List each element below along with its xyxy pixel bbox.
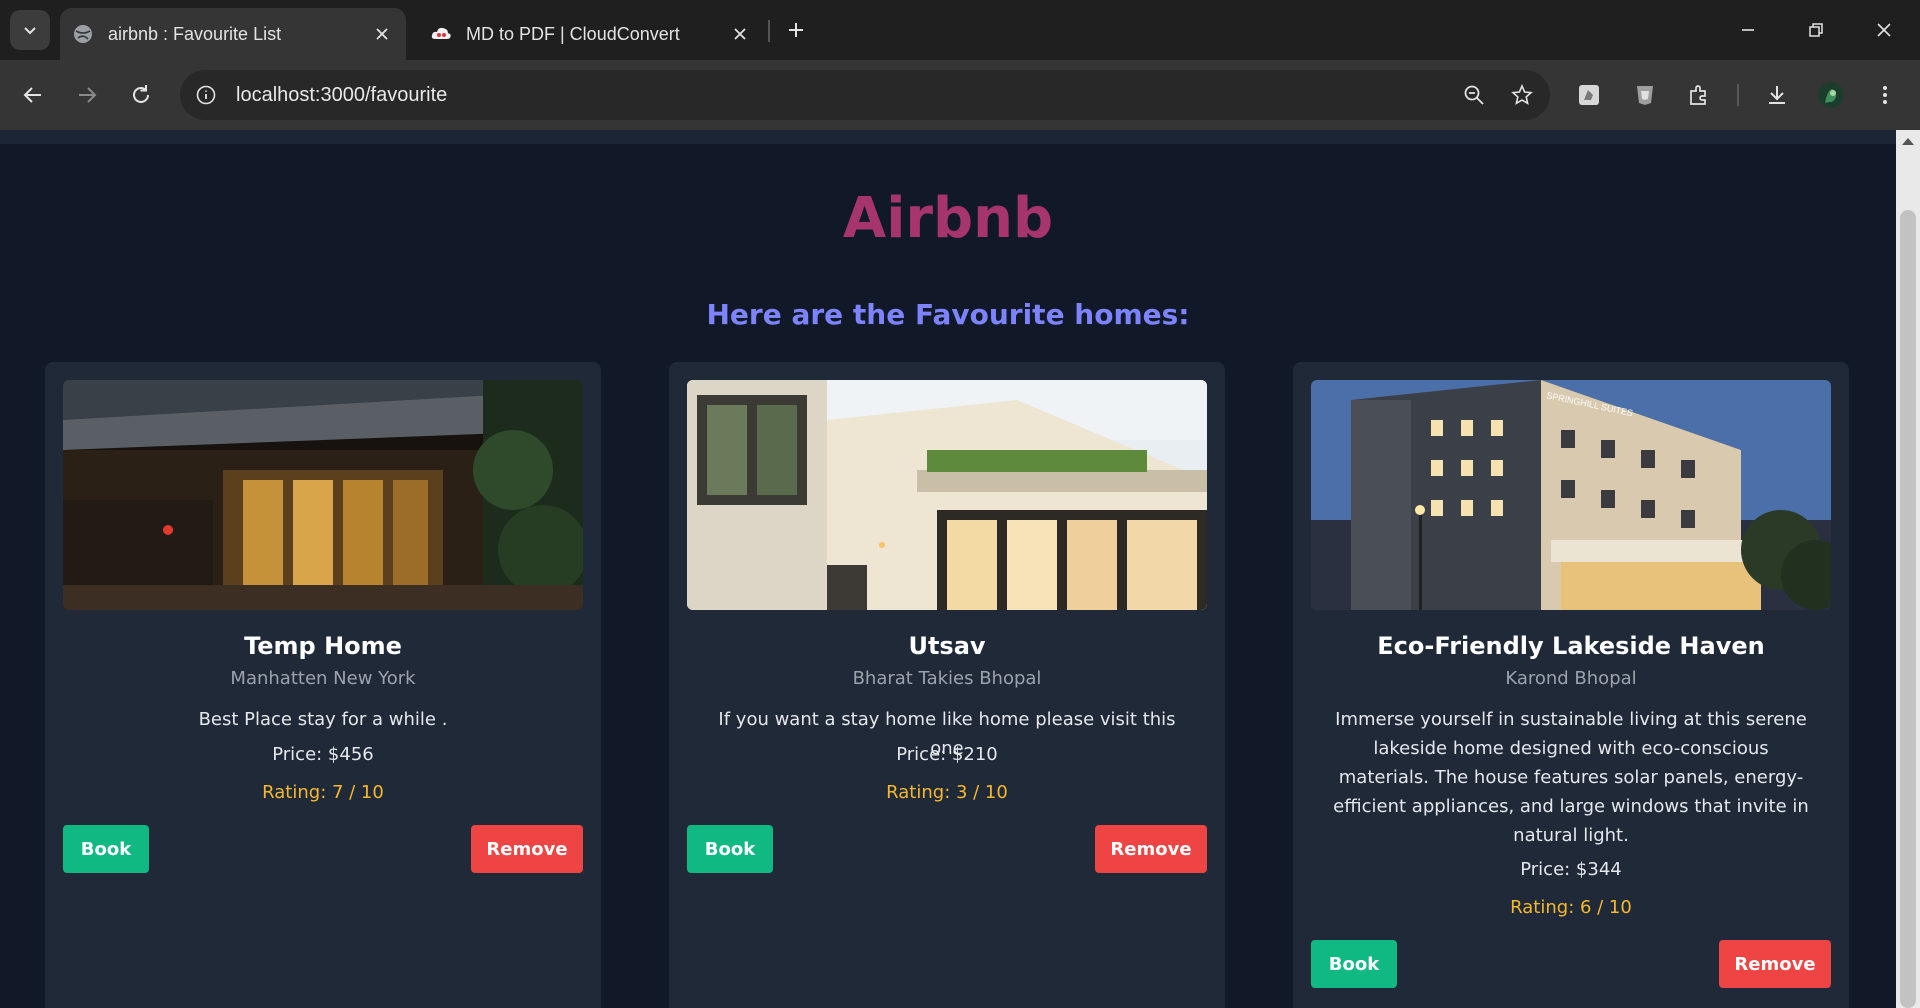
toolbar-divider <box>1737 84 1739 106</box>
bookmark-star-icon[interactable] <box>1502 75 1542 115</box>
scroll-up-arrow-icon[interactable] <box>1902 138 1914 145</box>
tab-title: MD to PDF | CloudConvert <box>466 23 680 44</box>
reload-button[interactable] <box>122 76 160 114</box>
home-card: SPRINGHILL SUITES Eco-Friendly Lakeside … <box>1293 362 1849 1008</box>
home-rating: Rating: 7 / 10 <box>262 782 384 803</box>
url-text[interactable]: localhost:3000/favourite <box>236 84 1454 107</box>
profile-avatar-icon[interactable] <box>1812 76 1850 114</box>
download-icon[interactable] <box>1758 76 1796 114</box>
extension-1-icon[interactable] <box>1570 76 1608 114</box>
tab-divider <box>768 20 770 42</box>
plus-icon <box>789 23 803 37</box>
remove-button[interactable]: Remove <box>1719 940 1831 988</box>
home-name: Utsav <box>908 632 986 660</box>
tab-airbnb-favourites[interactable]: airbnb : Favourite List <box>60 8 406 60</box>
close-tab-icon[interactable] <box>728 22 752 46</box>
home-card: Utsav Bharat Takies Bhopal If you want a… <box>669 362 1225 1008</box>
new-tab-button[interactable] <box>780 14 812 46</box>
minimize-button[interactable] <box>1726 10 1770 50</box>
page-viewport: Airbnb Here are the Favourite homes: Tem… <box>0 130 1896 1008</box>
page-scrollbar[interactable] <box>1896 130 1920 1008</box>
home-photo <box>63 380 583 610</box>
close-icon <box>1877 23 1891 37</box>
tab-cloudconvert[interactable]: MD to PDF | CloudConvert <box>418 8 764 60</box>
zoom-icon[interactable] <box>1454 75 1494 115</box>
home-description: Best Place stay for a while . <box>198 709 448 730</box>
minimize-icon <box>1742 29 1754 31</box>
home-rating: Rating: 6 / 10 <box>1510 897 1632 918</box>
home-description: Immerse yourself in sustainable living a… <box>1333 709 1809 846</box>
chevron-down-icon <box>24 27 36 35</box>
home-price: Price: $210 <box>896 744 998 765</box>
arrow-right-icon <box>79 87 97 103</box>
remove-button[interactable]: Remove <box>471 825 583 873</box>
extension-2-icon[interactable] <box>1626 76 1664 114</box>
restore-icon <box>1809 23 1823 37</box>
home-card: Temp Home Manhatten New York Best Place … <box>45 362 601 1008</box>
cloudconvert-icon <box>431 27 451 39</box>
brand-heading: Airbnb <box>842 186 1054 251</box>
home-price: Price: $344 <box>1520 859 1622 880</box>
forward-button[interactable] <box>68 76 106 114</box>
home-rating: Rating: 3 / 10 <box>886 782 1008 803</box>
arrow-left-icon <box>23 87 41 103</box>
home-photo <box>687 380 1207 610</box>
book-button[interactable]: Book <box>1311 940 1397 988</box>
extensions-puzzle-icon[interactable] <box>1680 76 1718 114</box>
remove-button[interactable]: Remove <box>1095 825 1207 873</box>
tab-search-button[interactable] <box>10 10 50 50</box>
home-location: Karond Bhopal <box>1505 668 1637 689</box>
close-tab-icon[interactable] <box>370 22 394 46</box>
home-photo: SPRINGHILL SUITES <box>1311 380 1831 610</box>
tab-title: airbnb : Favourite List <box>108 23 282 44</box>
browser-menu-icon[interactable] <box>1866 76 1904 114</box>
home-name: Temp Home <box>244 632 402 660</box>
close-window-button[interactable] <box>1862 10 1906 50</box>
site-info-icon[interactable] <box>186 75 226 115</box>
reload-icon <box>133 85 149 103</box>
restore-button[interactable] <box>1794 10 1838 50</box>
page-top-strip <box>0 130 1896 144</box>
address-bar[interactable]: localhost:3000/favourite <box>180 70 1550 120</box>
home-price: Price: $456 <box>272 744 374 765</box>
back-button[interactable] <box>14 76 52 114</box>
browser-toolbar: localhost:3000/favourite <box>0 60 1920 130</box>
browser-tab-bar: airbnb : Favourite List MD to PDF | Clou… <box>0 0 1920 60</box>
home-location: Bharat Takies Bhopal <box>852 668 1042 689</box>
favourites-subtitle: Here are the Favourite homes: <box>706 298 1190 331</box>
globe-icon <box>74 25 92 43</box>
book-button[interactable]: Book <box>687 825 773 873</box>
book-button[interactable]: Book <box>63 825 149 873</box>
home-name: Eco-Friendly Lakeside Haven <box>1377 632 1765 660</box>
home-location: Manhatten New York <box>230 668 416 689</box>
scrollbar-thumb[interactable] <box>1900 210 1916 1008</box>
